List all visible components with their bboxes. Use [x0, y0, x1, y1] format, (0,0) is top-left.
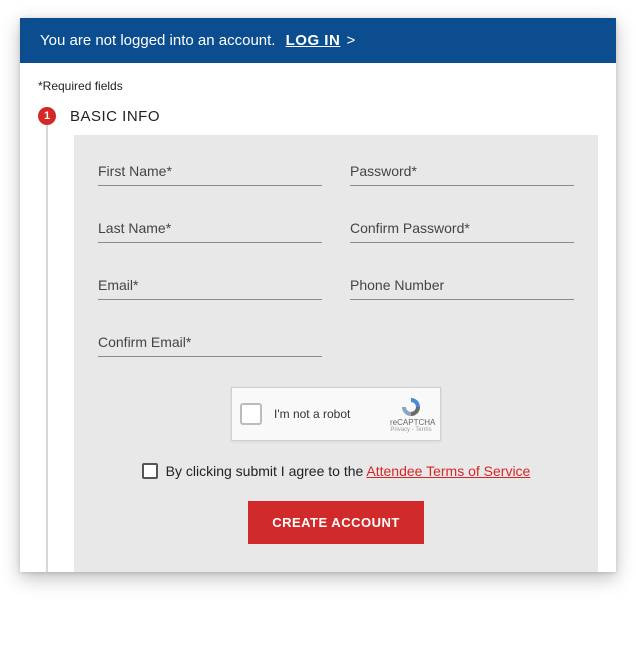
step-body: I'm not a robot reCAPTCHA Privacy - Term…	[38, 135, 598, 572]
agree-row: By clicking submit I agree to the Attend…	[98, 463, 574, 479]
confirm-password-input[interactable]	[350, 220, 574, 236]
recaptcha-widget[interactable]: I'm not a robot reCAPTCHA Privacy - Term…	[231, 387, 441, 441]
step-number-badge: 1	[38, 107, 56, 125]
password-input[interactable]	[350, 163, 574, 179]
email-field	[98, 277, 322, 300]
content-area: *Required fields 1 BASIC INFO	[20, 63, 616, 572]
confirm-email-field	[98, 334, 322, 357]
recaptcha-label: I'm not a robot	[274, 407, 390, 421]
recaptcha-checkbox[interactable]	[240, 403, 262, 425]
confirm-email-input[interactable]	[98, 334, 322, 350]
login-link[interactable]: LOG IN	[286, 32, 341, 49]
step-progress-line	[38, 135, 74, 572]
phone-input[interactable]	[350, 277, 574, 293]
agree-text: By clicking submit I agree to the Attend…	[166, 463, 531, 479]
agree-checkbox[interactable]	[142, 463, 158, 479]
email-input[interactable]	[98, 277, 322, 293]
step-title: BASIC INFO	[70, 108, 160, 125]
recaptcha-brand: reCAPTCHA	[390, 418, 432, 427]
submit-row: CREATE ACCOUNT	[98, 501, 574, 544]
banner-message: You are not logged into an account.	[40, 32, 275, 49]
registration-card: You are not logged into an account. LOG …	[20, 18, 616, 572]
required-fields-note: *Required fields	[38, 79, 598, 93]
form-panel: I'm not a robot reCAPTCHA Privacy - Term…	[74, 135, 598, 572]
agree-prefix: By clicking submit I agree to the	[166, 463, 367, 479]
last-name-field	[98, 220, 322, 243]
recaptcha-icon	[398, 396, 424, 418]
last-name-input[interactable]	[98, 220, 322, 236]
first-name-field	[98, 163, 322, 186]
confirm-password-field	[350, 220, 574, 243]
phone-field	[350, 277, 574, 300]
password-field	[350, 163, 574, 186]
create-account-button[interactable]: CREATE ACCOUNT	[248, 501, 424, 544]
recaptcha-legal: Privacy - Terms	[390, 427, 432, 433]
recaptcha-logo: reCAPTCHA Privacy - Terms	[390, 396, 432, 433]
step-header: 1 BASIC INFO	[38, 107, 598, 125]
chevron-right-icon: >	[346, 32, 355, 49]
login-banner: You are not logged into an account. LOG …	[20, 18, 616, 63]
tos-link[interactable]: Attendee Terms of Service	[366, 463, 530, 479]
first-name-input[interactable]	[98, 163, 322, 179]
field-grid	[98, 163, 574, 357]
